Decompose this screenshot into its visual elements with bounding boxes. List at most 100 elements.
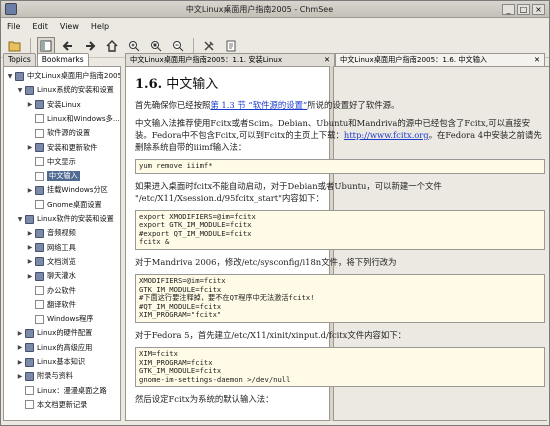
sidebar-item[interactable]: ▶ Linux基本知识: [16, 356, 85, 368]
folder-open-icon[interactable]: [6, 37, 24, 55]
menu-view[interactable]: View: [60, 22, 79, 31]
sidebar-item-label: Linux的高级应用: [37, 342, 93, 352]
expander-icon[interactable]: ▶: [26, 244, 34, 251]
sidebar-item[interactable]: Linux：漫漫桌面之路: [16, 385, 107, 397]
app-icon: [5, 3, 17, 15]
sidebar-item[interactable]: ▶ 安装和更新软件: [26, 142, 97, 154]
book-icon: [35, 143, 44, 152]
page-icon: [35, 171, 44, 181]
expander-icon[interactable]: ▶: [26, 144, 34, 151]
sidebar-item-label: 音频视频: [47, 228, 76, 238]
book-icon: [25, 343, 34, 353]
expander-icon[interactable]: ▶: [26, 258, 34, 265]
book-icon: [35, 228, 44, 238]
sidebar-toggle-icon[interactable]: [37, 36, 55, 55]
paragraph-6: 然后设定Fcitx为系统的默认输入法：: [135, 394, 274, 405]
sidebar-item[interactable]: ▶ 聊天灌水: [26, 270, 76, 282]
page-icon: [25, 400, 34, 410]
sidebar-item-label: 文档浏览: [47, 256, 76, 266]
code-block-3: XMODIFIERS=@im=fcitx GTK_IM_MODULE=fcitx…: [135, 273, 545, 323]
zoom-reset-icon[interactable]: [147, 37, 165, 55]
zoom-out-icon[interactable]: [169, 37, 187, 55]
back-icon[interactable]: [59, 37, 77, 55]
expander-icon[interactable]: ▶: [26, 273, 34, 280]
sidebar-item[interactable]: 翻译软件: [26, 299, 76, 311]
expander-icon[interactable]: ▶: [16, 344, 24, 351]
home-icon[interactable]: [103, 37, 121, 55]
sidebar-item[interactable]: ▶ 安装Linux: [26, 99, 81, 111]
close-button[interactable]: ×: [532, 3, 545, 15]
paragraph-4: 对于Mandriva 2006，修改/etc/sysconfig/i18n文件，…: [135, 256, 397, 267]
sidebar-item[interactable]: 办公软件: [26, 285, 76, 297]
sidebar-item[interactable]: ▼ 中文Linux桌面用户指南2005: [6, 70, 120, 82]
tab-document-1[interactable]: 中文Linux桌面用户指南2005：1.1. 安装Linux ✕: [125, 53, 335, 67]
sidebar-item[interactable]: 中文输入: [26, 170, 80, 182]
expander-icon[interactable]: ▼: [16, 216, 24, 223]
menu-file[interactable]: File: [7, 22, 20, 31]
sidebar-item-label: Windows程序: [47, 314, 94, 324]
expander-icon[interactable]: ▶: [16, 373, 24, 380]
sidebar-item[interactable]: ▶ 音频视频: [26, 227, 76, 239]
minimize-button[interactable]: _: [502, 3, 515, 15]
close-icon[interactable]: ✕: [534, 55, 540, 66]
sidebar-item[interactable]: ▶ Linux的高级应用: [16, 342, 92, 354]
document-tabs: 中文Linux桌面用户指南2005：1.1. 安装Linux ✕ 中文Linux…: [125, 53, 549, 67]
sidebar-item[interactable]: ▶ 网络工具: [26, 242, 76, 254]
tab-bookmarks[interactable]: Bookmarks: [36, 53, 89, 67]
sidebar-item[interactable]: Windows程序: [26, 313, 93, 325]
expander-icon[interactable]: ▶: [26, 187, 34, 194]
sidebar-item[interactable]: 中文显示: [26, 156, 76, 168]
page-icon: [35, 314, 44, 324]
expander-icon[interactable]: ▶: [16, 359, 24, 366]
document-content: 1.6. 中文输入 首先确保你已经按照第 1.3 节 “软件源的设置”所说的设置…: [135, 78, 545, 411]
menu-bar: File Edit View Help: [1, 18, 549, 34]
expander-icon[interactable]: ▼: [6, 73, 14, 80]
expander-icon[interactable]: ▶: [26, 230, 34, 237]
maximize-button[interactable]: □: [517, 3, 530, 15]
sidebar-item-label: 翻译软件: [47, 299, 76, 309]
close-icon[interactable]: ✕: [324, 55, 330, 66]
sidebar-item[interactable]: ▼ Linux系统的安装和设置: [16, 84, 114, 96]
link-software-sources[interactable]: 第 1.3 节 “软件源的设置”: [210, 100, 307, 110]
book-icon: [25, 371, 34, 381]
book-icon: [35, 271, 44, 281]
sidebar-item[interactable]: Linux和Windows多...: [26, 113, 120, 125]
paragraph-3: 如果进入桌面时fcitx不能自动启动，对于Debian或者Ubuntu，可以新建…: [135, 180, 442, 203]
book-icon: [35, 185, 44, 195]
window-title: 中文Linux桌面用户指南2005 - ChmSee: [185, 4, 334, 14]
forward-icon[interactable]: [81, 37, 99, 55]
expander-icon[interactable]: ▼: [16, 87, 24, 94]
sidebar-item-label: Linux和Windows多...: [47, 113, 120, 123]
expander-icon[interactable]: ▶: [16, 330, 24, 337]
info-icon[interactable]: [222, 37, 240, 55]
sidebar-item[interactable]: ▼ Linux软件的安装和设置: [16, 213, 114, 225]
sidebar-item[interactable]: Gnome桌面设置: [26, 199, 102, 211]
tab-topics[interactable]: Topics: [3, 53, 36, 67]
expander-icon[interactable]: ▶: [26, 101, 34, 108]
scrollbar[interactable]: [547, 67, 549, 421]
code-block-1: yum remove iiimf*: [135, 159, 545, 174]
book-icon: [35, 100, 44, 110]
book-icon: [15, 71, 24, 81]
sidebar-item-label: 聊天灌水: [47, 271, 76, 281]
zoom-in-icon[interactable]: [125, 37, 143, 55]
book-icon: [25, 85, 34, 95]
sidebar-item[interactable]: ▶ 文档浏览: [26, 256, 76, 268]
tab-document-2-label: 中文Linux桌面用户指南2005：1.6. 中文输入: [340, 55, 488, 64]
sidebar-tabs: Topics Bookmarks: [3, 53, 121, 67]
page-icon: [25, 386, 34, 396]
sidebar-item[interactable]: ▶ 附录与资料: [16, 370, 73, 382]
sidebar-item-label: Linux基本知识: [37, 357, 86, 366]
sidebar-item[interactable]: 本文档更新记录: [16, 399, 87, 411]
sidebar-item[interactable]: ▶ Linux的硬件配置: [16, 327, 92, 339]
page-icon: [35, 200, 44, 210]
menu-edit[interactable]: Edit: [32, 22, 48, 31]
sidebar-item-label: 中文输入: [47, 171, 80, 182]
settings-icon[interactable]: [200, 37, 218, 55]
sidebar-item[interactable]: ▶ 挂载Windows分区: [26, 184, 108, 196]
book-icon: [25, 214, 34, 224]
menu-help[interactable]: Help: [91, 22, 109, 31]
tab-document-2[interactable]: 中文Linux桌面用户指南2005：1.6. 中文输入 ✕: [335, 53, 545, 67]
link-fcitx[interactable]: http://www.fcitx.org: [344, 130, 429, 140]
sidebar-item[interactable]: 软件源的设置: [26, 127, 90, 139]
